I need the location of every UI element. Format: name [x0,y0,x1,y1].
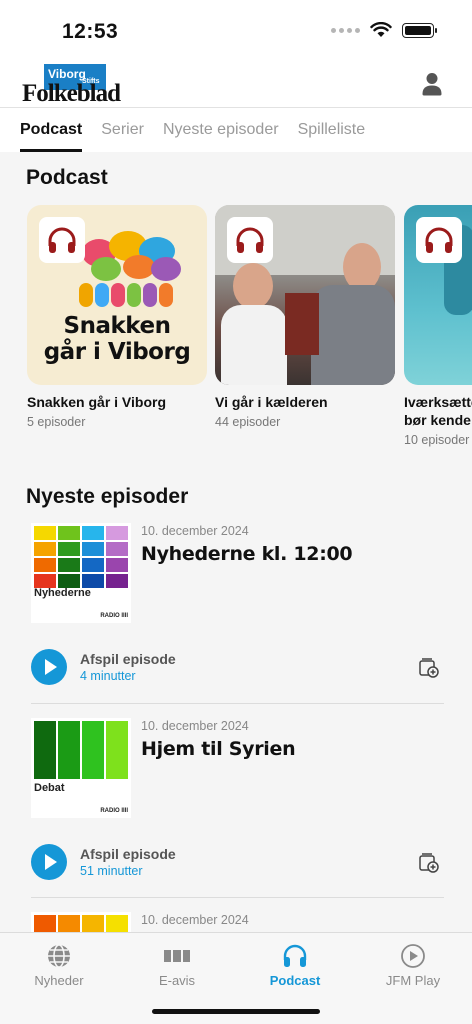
artwork-color-block [58,915,80,932]
headphones-icon [416,217,462,263]
artwork-color-block [106,526,128,540]
headphones-icon [283,944,307,967]
divider [31,703,444,704]
episode-artwork [31,912,131,932]
wifi-icon [370,22,392,37]
podcast-card-snakken[interactable]: Snakken går i Viborg Snakken går i Vibor… [27,205,207,429]
divider [31,897,444,898]
artwork-color-block [34,558,56,572]
user-icon[interactable] [422,72,442,96]
podcast-artwork [404,205,472,385]
podcast-card-title: Vi går i kælderen [215,394,328,410]
artwork-color-block [34,574,56,588]
podcast-artwork [215,205,395,385]
artwork-color-block [106,574,128,588]
episode-duration: 4 minutter [80,669,136,683]
artwork-color-block [106,721,128,779]
tab-spilleliste[interactable]: Spilleliste [298,108,366,152]
headphones-icon [39,217,85,263]
podcast-tabs: Podcast Serier Nyeste episoder Spillelis… [0,108,472,152]
episode-artwork: Debat RADIO IIII [31,718,131,818]
podcast-section-title: Podcast [26,166,108,189]
podcast-artwork: Snakken går i Viborg [27,205,207,385]
artwork-color-block [34,915,56,932]
episode-duration: 51 minutter [80,864,143,878]
artwork-color-block [106,558,128,572]
status-time: 12:53 [62,20,119,43]
tab-nyeste-episoder[interactable]: Nyeste episoder [163,108,279,152]
status-bar: 12:53 [0,0,472,60]
artwork-color-block [58,526,80,540]
play-episode-label[interactable]: Afspil episode [80,846,176,862]
artwork-color-block [58,558,80,572]
artwork-color-block [34,721,56,779]
episode-artwork: Nyhederne RADIO IIII [31,523,131,623]
podcast-card-kaelderen[interactable]: Vi går i kælderen 44 episoder [215,205,395,429]
episode-item[interactable]: Debat RADIO IIII 10. december 2024 Hjem … [0,718,472,898]
episode-item[interactable]: 10. december 2024 [0,912,472,932]
episodes-section-title: Nyeste episoder [26,485,189,508]
play-episode-button[interactable] [31,844,67,880]
artwork-color-block [34,526,56,540]
podcast-card-episode-count: 10 episoder [404,433,470,447]
episode-date: 10. december 2024 [141,719,249,733]
cellular-signal-icon [331,27,360,33]
viborg-folkeblad-logo[interactable]: Viborg Stifts Folkeblad [22,62,132,107]
artwork-color-block [82,558,104,572]
artwork-color-block [58,542,80,556]
tab-podcast[interactable]: Podcast [20,108,83,152]
episode-title[interactable]: Hjem til Syrien [141,738,296,760]
artwork-color-block [82,526,104,540]
artwork-color-block [34,542,56,556]
status-indicators [331,22,437,38]
episode-item[interactable]: Nyhederne RADIO IIII 10. december 2024 N… [0,523,472,703]
episode-date: 10. december 2024 [141,524,249,538]
artwork-color-block [106,915,128,932]
add-to-playlist-icon[interactable] [417,851,441,875]
artwork-color-block [58,721,80,779]
podcast-carousel[interactable]: Snakken går i Viborg Snakken går i Vibor… [27,205,472,455]
podcast-card-episode-count: 44 episoder [215,415,281,429]
artwork-color-block [82,915,104,932]
play-circle-icon [401,944,425,968]
episode-title[interactable]: Nyhederne kl. 12:00 [141,543,353,565]
battery-icon [402,22,437,38]
podcast-card-ivaerksaettere[interactable]: Iværksætte bør kende 10 episoder [404,205,472,447]
newspaper-icon [164,950,190,962]
headphones-icon [227,217,273,263]
logo-wordmark: Folkeblad [22,80,121,107]
home-indicator [152,1009,320,1014]
artwork-color-block [106,542,128,556]
artwork-color-block [82,721,104,779]
episode-date: 10. december 2024 [141,913,249,927]
play-episode-button[interactable] [31,649,67,685]
podcast-card-title: Iværksætte bør kende [404,394,472,428]
add-to-playlist-icon[interactable] [417,656,441,680]
app-header: Viborg Stifts Folkeblad [0,60,472,108]
tab-serier[interactable]: Serier [101,108,144,152]
podcast-card-episode-count: 5 episoder [27,415,86,429]
play-episode-label[interactable]: Afspil episode [80,651,176,667]
podcast-card-title: Snakken går i Viborg [27,394,167,410]
artwork-color-block [82,542,104,556]
artwork-title: Snakken går i Viborg [43,313,191,365]
artwork-color-block [82,574,104,588]
artwork-color-block [58,574,80,588]
globe-icon [48,944,70,968]
